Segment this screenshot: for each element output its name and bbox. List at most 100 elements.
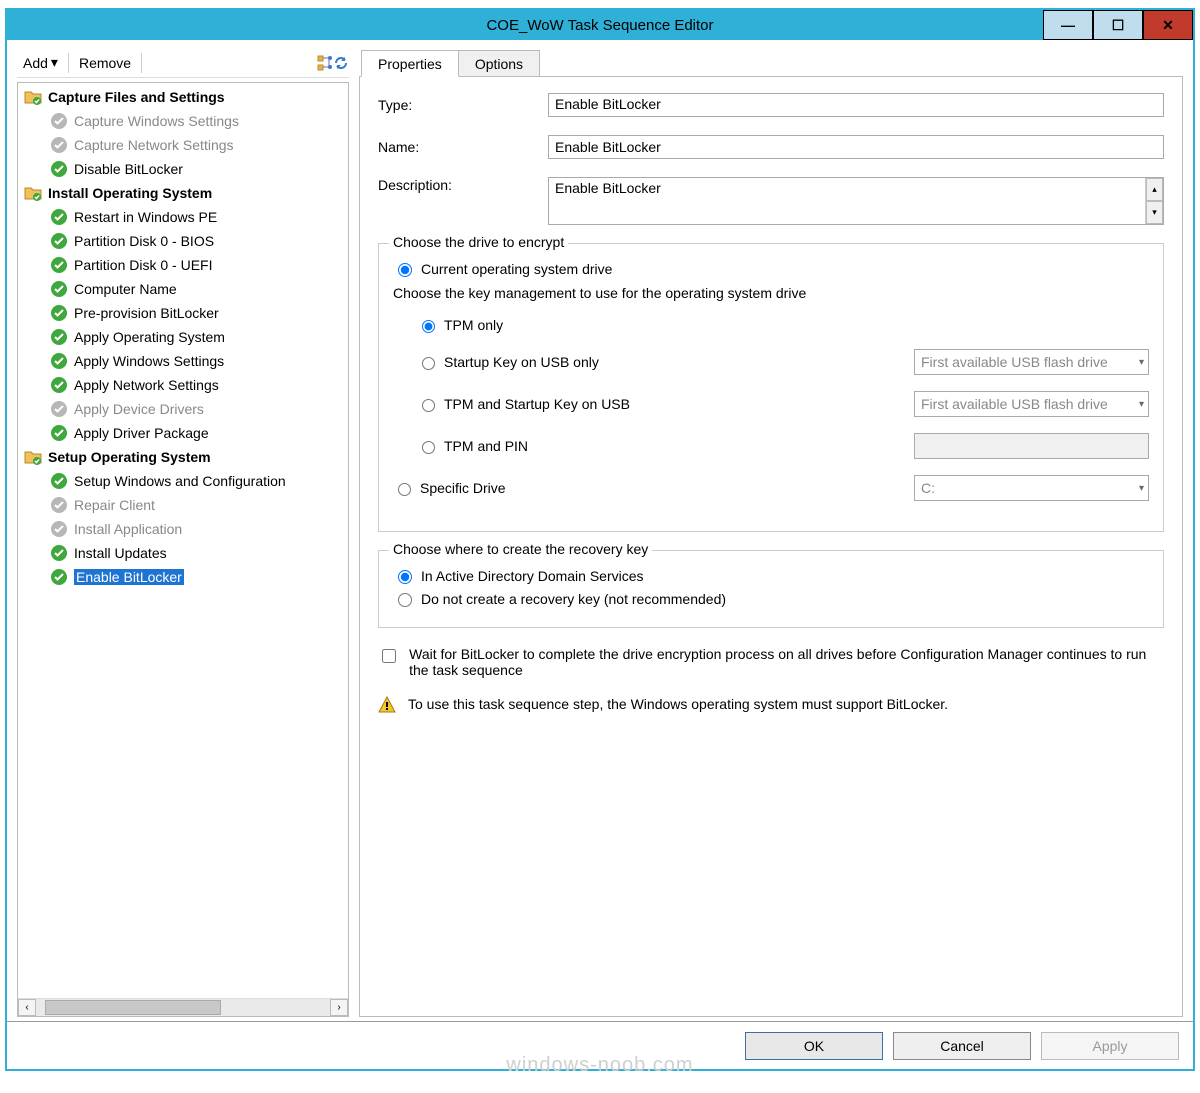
radio-recovery-ad[interactable]: [398, 570, 412, 584]
tree-group-label: Install Operating System: [48, 185, 212, 201]
tree-item-label: Restart in Windows PE: [74, 209, 217, 225]
pin-input[interactable]: [914, 433, 1149, 459]
tree-item[interactable]: Install Application: [18, 517, 348, 541]
refresh-icon[interactable]: [333, 55, 349, 71]
add-label: Add: [23, 55, 48, 71]
tree-group[interactable]: Capture Files and Settings: [18, 85, 348, 109]
tree-item[interactable]: Pre-provision BitLocker: [18, 301, 348, 325]
tree-item[interactable]: Capture Network Settings: [18, 133, 348, 157]
tree-item[interactable]: Apply Device Drivers: [18, 397, 348, 421]
scroll-thumb[interactable]: [45, 1000, 221, 1015]
tree-item-label: Install Application: [74, 521, 182, 537]
maximize-icon: ☐: [1112, 17, 1125, 34]
scroll-left-button[interactable]: ‹: [18, 999, 36, 1016]
tab-properties[interactable]: Properties: [361, 50, 459, 77]
tree-group[interactable]: Install Operating System: [18, 181, 348, 205]
radio-specific-drive[interactable]: [398, 483, 411, 496]
tree-item[interactable]: Apply Windows Settings: [18, 349, 348, 373]
label-specific-drive: Specific Drive: [420, 480, 506, 496]
label-tpm-only: TPM only: [444, 317, 503, 333]
tree-group-label: Setup Operating System: [48, 449, 211, 465]
radio-current-os-drive[interactable]: [398, 263, 412, 277]
tree-item-label: Apply Device Drivers: [74, 401, 204, 417]
check-disabled-icon: [50, 136, 68, 154]
check-disabled-icon: [50, 400, 68, 418]
tree-item[interactable]: Apply Driver Package: [18, 421, 348, 445]
encrypt-groupbox: Choose the drive to encrypt Current oper…: [378, 243, 1164, 532]
wait-label: Wait for BitLocker to complete the drive…: [409, 646, 1164, 678]
radio-tpm-only[interactable]: [422, 320, 435, 333]
add-button[interactable]: Add ▾: [17, 52, 64, 73]
tree-item-label: Apply Driver Package: [74, 425, 209, 441]
check-ok-icon: [50, 424, 68, 442]
tree-item[interactable]: Setup Windows and Configuration: [18, 469, 348, 493]
tree-item[interactable]: Enable BitLocker: [18, 565, 348, 589]
task-tree[interactable]: Capture Files and Settings Capture Window…: [17, 82, 349, 1017]
scroll-track[interactable]: [36, 999, 330, 1016]
tree-item[interactable]: Partition Disk 0 - UEFI: [18, 253, 348, 277]
tree-item[interactable]: Restart in Windows PE: [18, 205, 348, 229]
tree-item[interactable]: Repair Client: [18, 493, 348, 517]
info-text: To use this task sequence step, the Wind…: [408, 696, 948, 712]
check-ok-icon: [50, 544, 68, 562]
minimize-icon: —: [1061, 17, 1075, 33]
radio-tpm-pin[interactable]: [422, 441, 435, 454]
tree-item-label: Apply Network Settings: [74, 377, 219, 393]
specific-drive-combo[interactable]: C:▾: [914, 475, 1149, 501]
chevron-down-icon: ▾: [1139, 357, 1144, 368]
minimize-button[interactable]: —: [1043, 10, 1093, 40]
key-mgmt-hint: Choose the key management to use for the…: [393, 285, 1149, 301]
remove-button[interactable]: Remove: [73, 53, 137, 73]
close-button[interactable]: ✕: [1143, 10, 1193, 40]
textarea-scroll[interactable]: ▴▾: [1145, 178, 1163, 224]
tree-item-label: Capture Windows Settings: [74, 113, 239, 129]
encrypt-group-title: Choose the drive to encrypt: [389, 234, 568, 250]
cancel-button[interactable]: Cancel: [893, 1032, 1031, 1060]
description-label: Description:: [378, 177, 548, 193]
radio-usb-only[interactable]: [422, 357, 435, 370]
toolbar-separator: [68, 53, 69, 73]
warning-icon: [378, 696, 396, 714]
folder-icon: [24, 184, 42, 202]
titlebar: COE_WoW Task Sequence Editor — ☐ ✕: [7, 10, 1193, 40]
tree-item[interactable]: Disable BitLocker: [18, 157, 348, 181]
tree-scrollbar[interactable]: ‹ ›: [18, 998, 348, 1016]
type-value: Enable BitLocker: [548, 93, 1164, 117]
window-controls: — ☐ ✕: [1043, 10, 1193, 40]
label-tpm-pin: TPM and PIN: [444, 438, 528, 454]
tree-item[interactable]: Computer Name: [18, 277, 348, 301]
ok-button[interactable]: OK: [745, 1032, 883, 1060]
chevron-down-icon: ▾: [1139, 483, 1144, 494]
tab-options[interactable]: Options: [458, 50, 540, 76]
label-current-os-drive: Current operating system drive: [421, 261, 612, 277]
tree-item[interactable]: Partition Disk 0 - BIOS: [18, 229, 348, 253]
description-input[interactable]: Enable BitLocker: [549, 178, 1145, 224]
tree-item[interactable]: Apply Operating System: [18, 325, 348, 349]
client-area: Add ▾ Remove Capture Files and SettingsC…: [7, 40, 1193, 1021]
tree-group-label: Capture Files and Settings: [48, 89, 225, 105]
check-ok-icon: [50, 304, 68, 322]
name-input[interactable]: [548, 135, 1164, 159]
folder-icon: [24, 88, 42, 106]
tree-item[interactable]: Install Updates: [18, 541, 348, 565]
apply-button[interactable]: Apply: [1041, 1032, 1179, 1060]
tree-group[interactable]: Setup Operating System: [18, 445, 348, 469]
usb-only-combo[interactable]: First available USB flash drive▾: [914, 349, 1149, 375]
scroll-right-button[interactable]: ›: [330, 999, 348, 1016]
tree-item[interactable]: Apply Network Settings: [18, 373, 348, 397]
left-toolbar: Add ▾ Remove: [17, 50, 349, 78]
recovery-group-title: Choose where to create the recovery key: [389, 541, 652, 557]
tree-item-label: Partition Disk 0 - BIOS: [74, 233, 214, 249]
radio-recovery-none[interactable]: [398, 593, 412, 607]
check-ok-icon: [50, 256, 68, 274]
tree-item[interactable]: Capture Windows Settings: [18, 109, 348, 133]
tpm-usb-combo[interactable]: First available USB flash drive▾: [914, 391, 1149, 417]
tree-item-label: Enable BitLocker: [74, 569, 184, 585]
radio-tpm-usb[interactable]: [422, 399, 435, 412]
recovery-groupbox: Choose where to create the recovery key …: [378, 550, 1164, 628]
wait-checkbox[interactable]: [382, 648, 396, 664]
maximize-button[interactable]: ☐: [1093, 10, 1143, 40]
tree-structure-icon[interactable]: [317, 55, 333, 71]
tree-item-label: Apply Operating System: [74, 329, 225, 345]
chevron-down-icon: ▾: [51, 54, 58, 71]
